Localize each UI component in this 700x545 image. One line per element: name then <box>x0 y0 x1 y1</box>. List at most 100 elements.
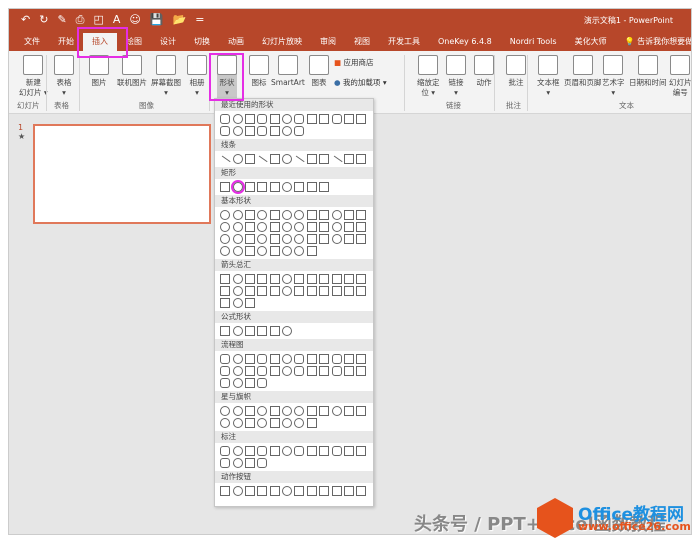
shape-option[interactable] <box>343 234 354 244</box>
shape-option[interactable] <box>319 154 330 164</box>
picture-button[interactable]: 图片 <box>89 55 109 88</box>
shape-option[interactable] <box>319 486 330 496</box>
action-button[interactable]: 动作 <box>474 55 494 88</box>
qat-button[interactable]: ↶ <box>21 13 30 27</box>
shape-option[interactable] <box>257 458 268 468</box>
smartart-button[interactable]: SmartArt <box>271 55 305 88</box>
shape-option[interactable] <box>294 406 305 416</box>
qat-button[interactable]: 📂 <box>173 13 187 27</box>
shape-option[interactable] <box>244 246 255 256</box>
shape-option[interactable] <box>269 154 280 164</box>
shape-option[interactable] <box>319 286 330 296</box>
shape-option[interactable] <box>257 114 268 124</box>
shape-option[interactable] <box>306 182 317 192</box>
comment-button[interactable]: 批注 <box>506 55 526 88</box>
shape-option[interactable] <box>294 114 305 124</box>
shape-option[interactable] <box>220 486 231 496</box>
shape-option[interactable] <box>282 418 293 428</box>
link-button[interactable]: 链接 ▾ <box>446 55 466 98</box>
shape-option[interactable] <box>356 210 367 220</box>
shape-option[interactable] <box>343 354 354 364</box>
shape-option[interactable] <box>269 486 280 496</box>
shape-option[interactable] <box>356 286 367 296</box>
shape-option[interactable] <box>282 114 293 124</box>
shape-option[interactable] <box>257 446 268 456</box>
qat-button[interactable]: ◰ <box>93 13 103 27</box>
shape-option[interactable] <box>244 154 255 164</box>
wordart-button[interactable]: 艺术字 ▾ <box>602 55 625 98</box>
shape-option[interactable] <box>220 446 231 456</box>
shape-option[interactable] <box>257 210 268 220</box>
qat-button[interactable]: = <box>195 13 204 27</box>
shape-option[interactable] <box>244 182 255 192</box>
shape-option[interactable] <box>257 274 268 284</box>
shape-option[interactable] <box>244 222 255 232</box>
shape-option[interactable] <box>244 210 255 220</box>
shape-option[interactable] <box>269 246 280 256</box>
shape-option[interactable] <box>294 274 305 284</box>
shape-option[interactable] <box>232 446 243 456</box>
shape-option[interactable] <box>331 210 342 220</box>
shape-option[interactable] <box>244 326 255 336</box>
shape-option[interactable] <box>244 486 255 496</box>
shape-option[interactable] <box>319 210 330 220</box>
shape-option[interactable] <box>269 366 280 376</box>
qat-button[interactable]: ☺ <box>129 13 140 27</box>
shape-option[interactable] <box>293 155 305 166</box>
shape-option[interactable] <box>306 286 317 296</box>
shape-option[interactable] <box>294 126 305 136</box>
shape-option[interactable] <box>306 222 317 232</box>
header-footer-button[interactable]: 页眉和页脚 <box>564 55 602 88</box>
shape-option[interactable] <box>232 418 243 428</box>
shape-option[interactable] <box>244 418 255 428</box>
shape-option[interactable] <box>220 210 231 220</box>
shape-option[interactable] <box>257 378 268 388</box>
shape-option[interactable] <box>232 326 243 336</box>
shape-option[interactable] <box>282 182 293 192</box>
shape-option[interactable] <box>356 234 367 244</box>
shape-option[interactable] <box>220 222 231 232</box>
shape-option[interactable] <box>319 222 330 232</box>
shape-option[interactable] <box>343 366 354 376</box>
shape-option[interactable] <box>282 246 293 256</box>
online-picture-button[interactable]: 联机图片 <box>117 55 147 88</box>
shape-option[interactable] <box>306 246 317 256</box>
shape-option[interactable] <box>294 354 305 364</box>
shape-option[interactable] <box>331 222 342 232</box>
shape-option[interactable] <box>232 406 243 416</box>
slide-thumbnail[interactable] <box>33 124 211 224</box>
shape-option[interactable] <box>257 486 268 496</box>
shape-option[interactable] <box>256 155 268 166</box>
datetime-button[interactable]: 日期和时间 <box>629 55 667 88</box>
shape-option[interactable] <box>343 286 354 296</box>
shape-option[interactable] <box>282 222 293 232</box>
shape-option[interactable] <box>232 234 243 244</box>
shape-option[interactable] <box>282 286 293 296</box>
table-button[interactable]: 表格 ▾ <box>54 55 74 98</box>
shape-option[interactable] <box>319 234 330 244</box>
shape-option[interactable] <box>220 406 231 416</box>
shape-option[interactable] <box>232 366 243 376</box>
shape-option[interactable] <box>331 406 342 416</box>
shape-option[interactable] <box>220 326 231 336</box>
shape-option[interactable] <box>232 222 243 232</box>
shape-option[interactable] <box>306 354 317 364</box>
shape-option[interactable] <box>269 354 280 364</box>
textbox-button[interactable]: 文本框 ▾ <box>537 55 560 98</box>
shape-option[interactable] <box>232 486 243 496</box>
my-addins-button[interactable]: ● 我的加载项 ▾ <box>334 77 387 88</box>
shape-option[interactable] <box>294 234 305 244</box>
shape-option[interactable] <box>220 114 231 124</box>
shape-option[interactable] <box>269 182 280 192</box>
shape-option[interactable] <box>356 486 367 496</box>
rounded-rectangle-option[interactable] <box>230 180 245 194</box>
shape-option[interactable] <box>331 354 342 364</box>
shape-option[interactable] <box>232 458 243 468</box>
shape-option[interactable] <box>244 234 255 244</box>
shape-option[interactable] <box>294 182 305 192</box>
shape-option[interactable] <box>244 298 255 308</box>
shape-option[interactable] <box>220 418 231 428</box>
shape-option[interactable] <box>269 406 280 416</box>
tab-4[interactable]: 设计 <box>151 33 185 51</box>
shape-option[interactable] <box>356 354 367 364</box>
